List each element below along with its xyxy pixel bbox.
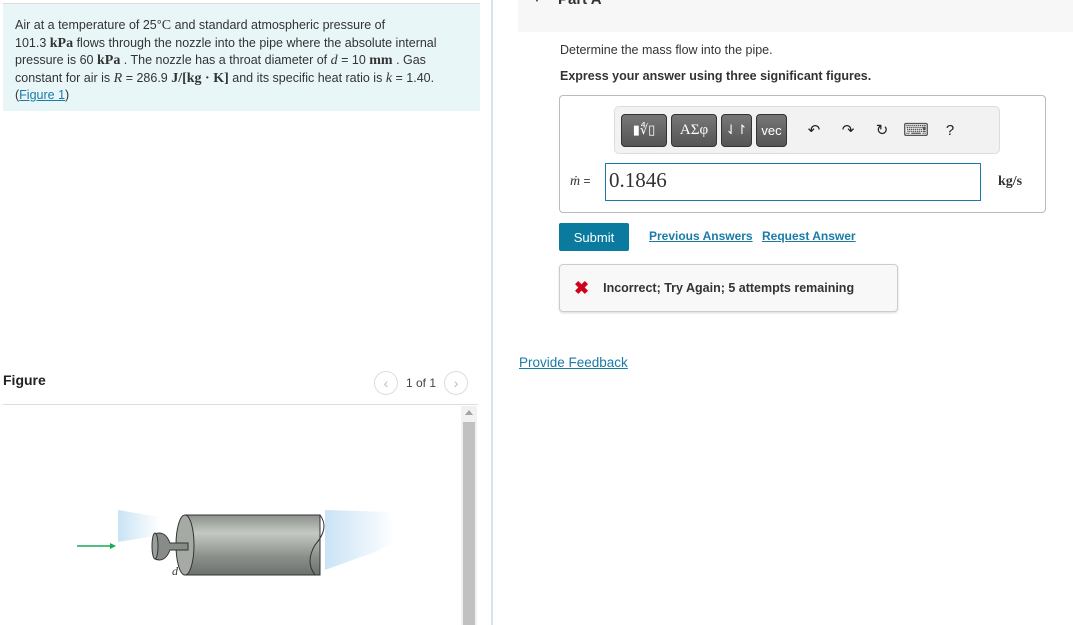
templates-button[interactable]: ▮∜▯ [621, 113, 667, 147]
text: . The nozzle has a throat diameter of [120, 53, 331, 67]
text: = 10 [337, 53, 370, 67]
greek-symbols-button[interactable]: ΑΣφ [671, 113, 717, 147]
scroll-thumb[interactable] [463, 422, 475, 625]
unit: C [161, 18, 172, 33]
part-title: Part A [558, 0, 602, 8]
question-prompt: Determine the mass flow into the pipe. [560, 43, 773, 57]
text: pressure is 60 [15, 53, 97, 67]
pager-text: 1 of 1 [406, 376, 437, 390]
var: d [330, 53, 338, 68]
var: R [113, 70, 123, 86]
unit: mm [369, 53, 393, 68]
diameter-label: d [172, 564, 179, 578]
paren: ) [65, 88, 70, 102]
redo-icon[interactable]: ↷ [833, 121, 863, 139]
feedback-text: Incorrect; Try Again; 5 attempts remaini… [603, 281, 855, 295]
answer-box: ▮∜▯ ΑΣφ ⇃↾ vec ↶ ↷ ↻ ⌨ ? ṁ = 0.1846 kg/s [559, 95, 1046, 213]
text: flows through the nozzle into the pipe w… [73, 35, 437, 50]
text: . Gas [392, 53, 426, 67]
figure-scrollbar[interactable] [461, 406, 477, 625]
equals: = [580, 174, 591, 188]
nozzle-pipe-figure: d [77, 510, 395, 578]
figure-pager: ‹ 1 of 1 › [374, 371, 469, 395]
reset-icon[interactable]: ↻ [867, 121, 897, 139]
text: = 1.40. [392, 70, 435, 85]
collapse-chevron-icon[interactable]: ▼ [532, 0, 542, 5]
outflow-jet [325, 510, 395, 570]
submit-button[interactable]: Submit [559, 223, 629, 251]
previous-answers-link[interactable]: Previous Answers [649, 229, 753, 243]
answer-unit: kg/s [998, 174, 1023, 189]
mass-flow-symbol: ṁ [570, 174, 581, 189]
feedback-message: ✖ Incorrect; Try Again; 5 attempts remai… [559, 264, 898, 312]
text: = 286.9 [122, 70, 172, 85]
unit: kPa [49, 35, 74, 51]
problem-statement: Air at a temperature of 25°C and standar… [3, 3, 480, 111]
arrow-head-icon [110, 543, 116, 549]
panel-divider[interactable] [491, 0, 493, 625]
undo-icon[interactable]: ↶ [799, 121, 829, 139]
incorrect-x-icon: ✖ [574, 277, 590, 298]
figure-title: Figure [3, 372, 46, 388]
unit: kPa [96, 53, 121, 68]
question-instruction: Express your answer using three signific… [560, 69, 872, 83]
chevron-left-icon: ‹ [383, 375, 389, 391]
prev-figure-button[interactable]: ‹ [374, 371, 398, 395]
next-figure-button[interactable]: › [444, 371, 469, 395]
text: and standard atmospheric pressure of [171, 18, 386, 32]
request-answer-link[interactable]: Request Answer [762, 229, 856, 243]
scroll-up-icon[interactable] [465, 410, 473, 415]
help-icon[interactable]: ? [935, 122, 965, 139]
answer-label: ṁ = [570, 174, 590, 190]
keyboard-icon[interactable]: ⌨ [901, 120, 931, 141]
unit: J/[kg · K] [171, 70, 229, 86]
answer-input[interactable]: 0.1846 [605, 163, 981, 201]
figure-divider [3, 404, 478, 405]
math-toolbar: ▮∜▯ ΑΣφ ⇃↾ vec ↶ ↷ ↻ ⌨ ? [614, 106, 1000, 154]
text: 101.3 [15, 35, 50, 50]
arrows-button[interactable]: ⇃↾ [721, 113, 752, 147]
text: and its specific heat ratio is [228, 70, 386, 85]
figure-link[interactable]: Figure 1 [19, 88, 65, 102]
part-header[interactable]: ▼ Part A [518, 0, 1073, 32]
text: Air at a temperature of 25° [15, 18, 162, 32]
provide-feedback-link[interactable]: Provide Feedback [519, 355, 628, 370]
vector-button[interactable]: vec [756, 113, 787, 147]
chevron-right-icon: › [453, 375, 459, 391]
text: constant for air is [15, 70, 114, 85]
